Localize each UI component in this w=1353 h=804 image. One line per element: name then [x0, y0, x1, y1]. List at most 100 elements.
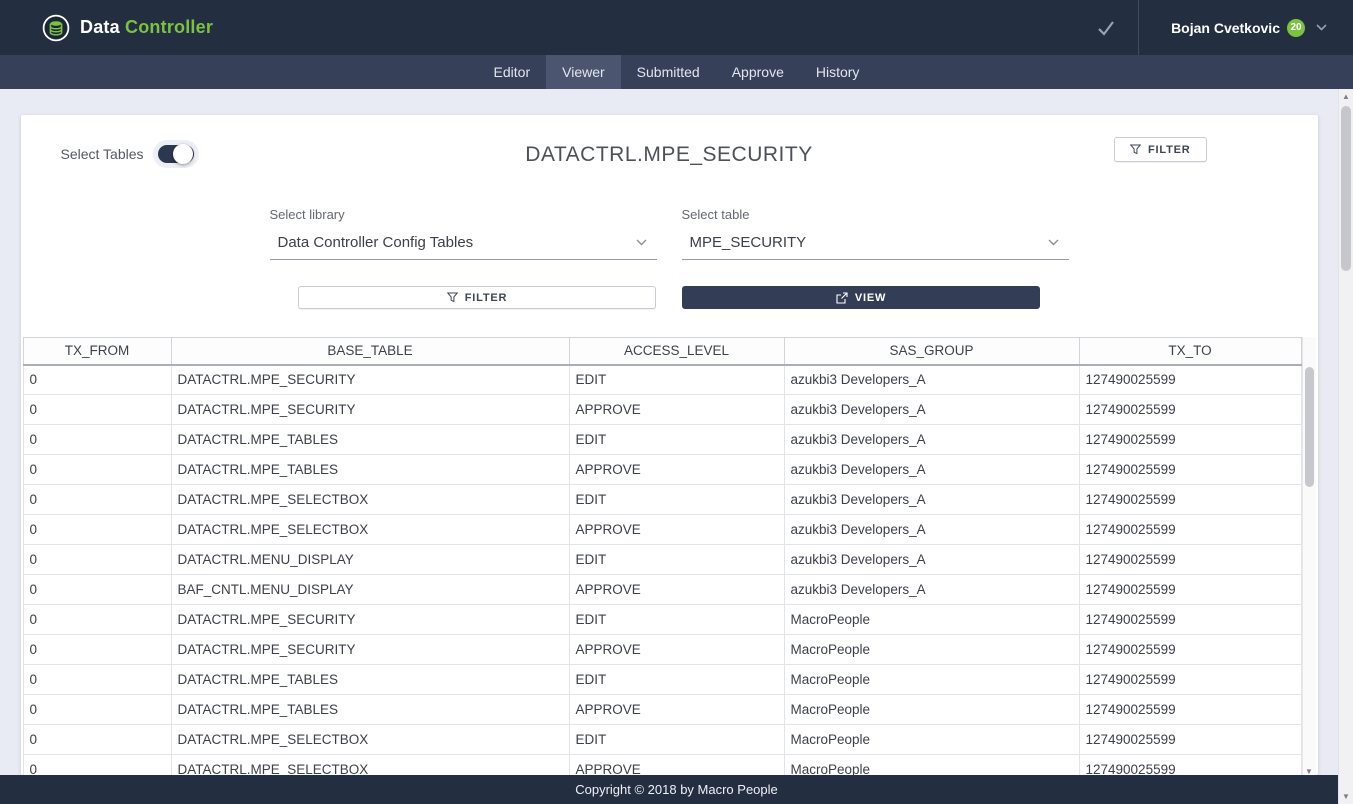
column-header-access-level[interactable]: ACCESS_LEVEL	[569, 338, 784, 365]
funnel-icon	[447, 292, 458, 303]
library-select[interactable]: Data Controller Config Tables	[270, 229, 657, 260]
table-cell: DATACTRL.MPE_SELECTBOX	[171, 485, 569, 515]
table-cell: EDIT	[569, 665, 784, 695]
library-select-group: Select library Data Controller Config Ta…	[270, 207, 657, 260]
funnel-icon	[1130, 144, 1141, 155]
column-header-base-table[interactable]: BASE_TABLE	[171, 338, 569, 365]
select-tables-toggle-group: Select Tables	[61, 145, 194, 163]
table-cell: DATACTRL.MPE_SECURITY	[171, 605, 569, 635]
filter-button[interactable]: FILTER	[298, 286, 656, 309]
table-cell: MacroPeople	[784, 605, 1079, 635]
table-row[interactable]: 0DATACTRL.MPE_TABLESAPPROVEazukbi3 Devel…	[23, 455, 1301, 485]
table-scrollbar-thumb[interactable]	[1305, 367, 1314, 487]
main-area: Select Tables DATACTRL.MPE_SECURITY FILT…	[0, 115, 1338, 775]
actions-row: FILTER VIEW	[21, 286, 1318, 309]
table-cell: APPROVE	[569, 455, 784, 485]
table-cell: DATACTRL.MPE_TABLES	[171, 455, 569, 485]
table-row[interactable]: 0DATACTRL.MPE_SELECTBOXAPPROVEazukbi3 De…	[23, 515, 1301, 545]
user-name: Bojan Cvetkovic	[1171, 20, 1280, 36]
tab-viewer[interactable]: Viewer	[546, 55, 621, 89]
chevron-down-icon	[1048, 239, 1059, 246]
tab-submitted[interactable]: Submitted	[621, 55, 716, 89]
user-menu[interactable]: Bojan Cvetkovic 20	[1139, 19, 1337, 37]
top-filter-button[interactable]: FILTER	[1114, 137, 1206, 162]
tab-history[interactable]: History	[800, 55, 876, 89]
table-scrollbar[interactable]: ▼	[1302, 337, 1316, 775]
table-cell: 0	[23, 485, 171, 515]
table-row[interactable]: 0DATACTRL.MPE_SECURITYEDITazukbi3 Develo…	[23, 365, 1301, 395]
check-icon[interactable]	[1096, 19, 1116, 37]
table-row[interactable]: 0DATACTRL.MPE_SELECTBOXAPPROVEMacroPeopl…	[23, 755, 1301, 776]
table-cell: 0	[23, 755, 171, 776]
table-row[interactable]: 0DATACTRL.MPE_SECURITYAPPROVEazukbi3 Dev…	[23, 395, 1301, 425]
table-cell: 0	[23, 515, 171, 545]
database-logo-icon	[42, 14, 70, 42]
table-cell: azukbi3 Developers_A	[784, 425, 1079, 455]
table-row[interactable]: 0BAF_CNTL.MENU_DISPLAYAPPROVEazukbi3 Dev…	[23, 575, 1301, 605]
table-cell: MacroPeople	[784, 635, 1079, 665]
table-row[interactable]: 0DATACTRL.MPE_TABLESEDITazukbi3 Develope…	[23, 425, 1301, 455]
table-cell: 0	[23, 365, 171, 395]
scroll-up-icon[interactable]: ▲	[1339, 92, 1353, 101]
tab-editor[interactable]: Editor	[478, 55, 547, 89]
column-header-tx-to[interactable]: TX_TO	[1079, 338, 1301, 365]
table-cell: DATACTRL.MPE_SELECTBOX	[171, 515, 569, 545]
page-scrollbar[interactable]: ▲ ▼	[1338, 89, 1353, 804]
table-cell: azukbi3 Developers_A	[784, 545, 1079, 575]
table-select-label: Select table	[682, 207, 1069, 222]
column-header-tx-from[interactable]: TX_FROM	[23, 338, 171, 365]
table-cell: EDIT	[569, 725, 784, 755]
scroll-down-icon[interactable]: ▼	[1339, 792, 1353, 801]
table-cell: 0	[23, 665, 171, 695]
page-scrollbar-thumb[interactable]	[1341, 106, 1351, 271]
table-cell: 0	[23, 605, 171, 635]
table-cell: DATACTRL.MPE_TABLES	[171, 425, 569, 455]
table-row[interactable]: 0DATACTRL.MPE_TABLESAPPROVEMacroPeople12…	[23, 695, 1301, 725]
selectors-row: Select library Data Controller Config Ta…	[21, 207, 1318, 260]
table-cell: azukbi3 Developers_A	[784, 455, 1079, 485]
tab-approve[interactable]: Approve	[716, 55, 800, 89]
page-title: DATACTRL.MPE_SECURITY	[525, 143, 812, 167]
table-row[interactable]: 0DATACTRL.MPE_SECURITYAPPROVEMacroPeople…	[23, 635, 1301, 665]
filter-button-label: FILTER	[465, 292, 507, 304]
table-cell: 0	[23, 575, 171, 605]
table-cell: 127490025599	[1079, 695, 1301, 725]
table-cell: 127490025599	[1079, 425, 1301, 455]
table-cell: DATACTRL.MPE_SECURITY	[171, 635, 569, 665]
table-cell: EDIT	[569, 545, 784, 575]
table-cell: 127490025599	[1079, 635, 1301, 665]
table-cell: DATACTRL.MPE_SELECTBOX	[171, 725, 569, 755]
table-cell: azukbi3 Developers_A	[784, 395, 1079, 425]
table-cell: APPROVE	[569, 575, 784, 605]
table-row[interactable]: 0DATACTRL.MPE_SELECTBOXEDITazukbi3 Devel…	[23, 485, 1301, 515]
table-cell: 127490025599	[1079, 395, 1301, 425]
table-header-row: TX_FROM BASE_TABLE ACCESS_LEVEL SAS_GROU…	[23, 338, 1301, 365]
table-row[interactable]: 0DATACTRL.MENU_DISPLAYEDITazukbi3 Develo…	[23, 545, 1301, 575]
top-filter-label: FILTER	[1148, 144, 1190, 156]
table-row[interactable]: 0DATACTRL.MPE_SELECTBOXEDITMacroPeople12…	[23, 725, 1301, 755]
table-row[interactable]: 0DATACTRL.MPE_TABLESEDITMacroPeople12749…	[23, 665, 1301, 695]
view-button[interactable]: VIEW	[682, 286, 1040, 309]
table-cell: APPROVE	[569, 635, 784, 665]
column-header-sas-group[interactable]: SAS_GROUP	[784, 338, 1079, 365]
table-select[interactable]: MPE_SECURITY	[682, 229, 1069, 260]
app-footer: Copyright © 2018 by Macro People	[0, 775, 1353, 804]
table-cell: azukbi3 Developers_A	[784, 515, 1079, 545]
select-tables-toggle[interactable]	[158, 145, 194, 163]
user-badge: 20	[1287, 19, 1305, 37]
table-cell: azukbi3 Developers_A	[784, 485, 1079, 515]
table-cell: DATACTRL.MENU_DISPLAY	[171, 545, 569, 575]
table-cell: 127490025599	[1079, 755, 1301, 776]
table-cell: MacroPeople	[784, 665, 1079, 695]
table-cell: EDIT	[569, 485, 784, 515]
select-tables-label: Select Tables	[61, 146, 144, 162]
table-cell: EDIT	[569, 365, 784, 395]
scroll-down-icon[interactable]: ▼	[1303, 767, 1316, 775]
table-cell: EDIT	[569, 425, 784, 455]
table-cell: EDIT	[569, 605, 784, 635]
table-cell: APPROVE	[569, 395, 784, 425]
table-cell: 127490025599	[1079, 665, 1301, 695]
table-row[interactable]: 0DATACTRL.MPE_SECURITYEDITMacroPeople127…	[23, 605, 1301, 635]
table-cell: DATACTRL.MPE_TABLES	[171, 665, 569, 695]
view-button-label: VIEW	[855, 292, 886, 304]
